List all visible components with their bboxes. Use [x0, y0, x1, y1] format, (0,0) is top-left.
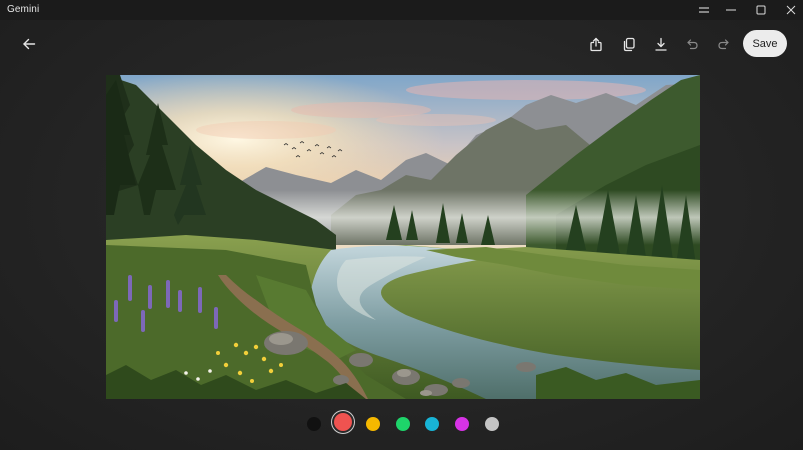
- app-title: Gemini: [7, 4, 40, 15]
- close-button[interactable]: [776, 0, 803, 20]
- redo-button[interactable]: [711, 31, 737, 57]
- landscape-image: [106, 75, 700, 399]
- color-swatch-cyan[interactable]: [425, 417, 439, 431]
- maximize-icon: [756, 5, 766, 15]
- color-palette: [300, 411, 510, 437]
- share-button[interactable]: [583, 31, 609, 57]
- back-arrow-icon: [23, 38, 36, 50]
- undo-icon: [687, 39, 698, 50]
- color-swatch-magenta[interactable]: [455, 417, 469, 431]
- undo-button[interactable]: [679, 31, 705, 57]
- color-swatch-gray[interactable]: [485, 417, 499, 431]
- back-button[interactable]: [16, 31, 42, 57]
- color-swatch-red[interactable]: [334, 413, 352, 431]
- save-button[interactable]: Save: [743, 30, 787, 57]
- color-swatch-black[interactable]: [307, 417, 321, 431]
- hamburger-icon: [699, 7, 709, 13]
- minimize-icon: [726, 9, 736, 11]
- menu-button[interactable]: [689, 0, 719, 20]
- redo-icon: [718, 39, 729, 50]
- copy-button[interactable]: [616, 31, 642, 57]
- title-bar: Gemini: [0, 0, 803, 20]
- maximize-button[interactable]: [746, 0, 776, 20]
- close-icon: [786, 5, 796, 15]
- minimize-button[interactable]: [716, 0, 746, 20]
- copy-icon: [623, 37, 635, 51]
- color-swatch-yellow[interactable]: [366, 417, 380, 431]
- color-swatch-green[interactable]: [396, 417, 410, 431]
- share-icon: [590, 37, 602, 51]
- app-window: Gemini Save: [0, 0, 803, 450]
- download-icon: [655, 37, 667, 51]
- download-button[interactable]: [648, 31, 674, 57]
